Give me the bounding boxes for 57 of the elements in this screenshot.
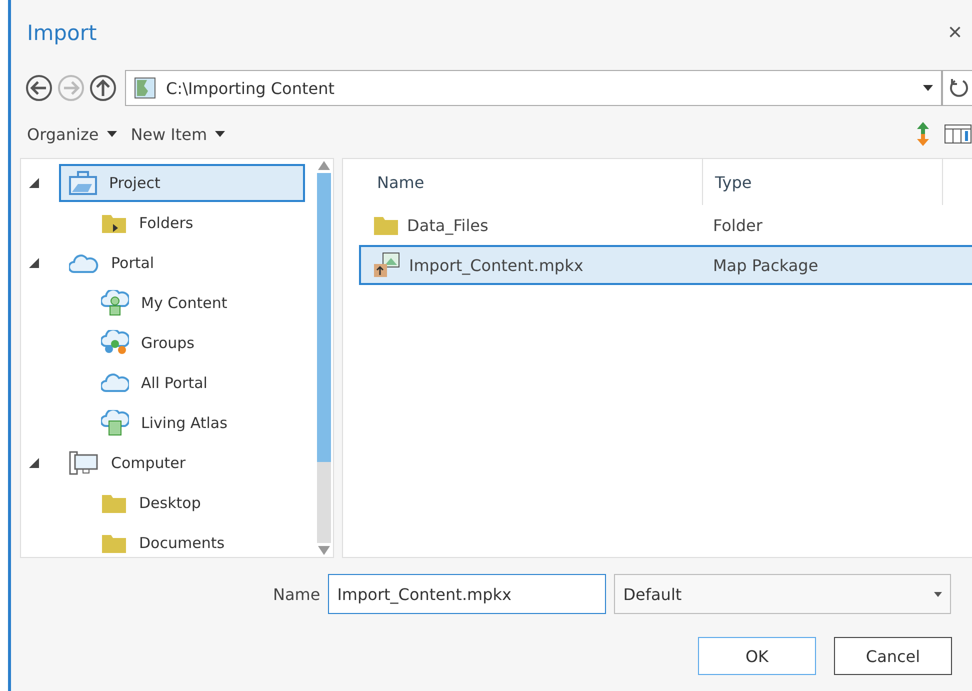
close-button[interactable]: × <box>944 19 966 47</box>
toolbar-menu-button[interactable]: New Item <box>130 124 226 144</box>
column-header[interactable]: Type <box>703 159 943 205</box>
tree-item[interactable]: Project <box>59 164 305 202</box>
tree-item[interactable]: Computer <box>59 444 196 482</box>
folder-icon <box>373 214 399 236</box>
package-icon <box>373 252 401 278</box>
refresh-icon <box>948 77 970 99</box>
up-button[interactable] <box>89 74 117 102</box>
tree-item[interactable]: All Portal <box>91 364 218 402</box>
file-type-dropdown[interactable]: Default <box>614 574 952 614</box>
tree-item[interactable]: Folders <box>91 204 204 242</box>
cancel-button[interactable]: Cancel <box>834 637 952 675</box>
refresh-button[interactable] <box>942 70 972 106</box>
column-header[interactable]: Name <box>343 159 703 205</box>
tree-item[interactable]: My Content <box>91 284 238 322</box>
back-button[interactable] <box>25 74 53 102</box>
expanded-triangle-icon[interactable] <box>29 258 39 268</box>
file-name: Data_Files <box>407 216 488 234</box>
caret-icon <box>106 131 117 137</box>
book-cloud-icon <box>101 410 129 436</box>
tree-item[interactable]: Living Atlas <box>91 404 238 442</box>
folder-icon <box>101 492 127 514</box>
caret-icon <box>934 592 942 596</box>
ok-button[interactable]: OK <box>698 637 816 675</box>
file-row[interactable]: Data_Files Folder <box>359 205 972 245</box>
sort-arrows-icon[interactable] <box>916 121 930 147</box>
path-field[interactable]: C:\Importing Content <box>125 70 942 106</box>
file-name: Import_Content.mpkx <box>409 256 584 274</box>
columns-view-icon[interactable] <box>944 124 972 144</box>
tree-item[interactable]: Groups <box>91 324 204 362</box>
caret-icon <box>215 131 226 137</box>
scroll-down-icon[interactable] <box>318 546 330 555</box>
tree-item[interactable]: Portal <box>59 244 164 282</box>
cloud-icon <box>69 252 99 274</box>
folder-icon <box>101 532 127 554</box>
name-label: Name <box>273 584 320 604</box>
expanded-triangle-icon[interactable] <box>29 458 39 468</box>
window-title: Import <box>27 21 97 45</box>
name-input-field[interactable]: Import_Content.mpkx <box>328 574 606 614</box>
dropdown-caret-icon <box>923 85 933 91</box>
expanded-triangle-icon[interactable] <box>29 178 39 188</box>
group-cloud-icon <box>101 330 129 356</box>
scrollbar[interactable] <box>315 159 333 557</box>
file-type: Folder <box>713 216 762 234</box>
map-icon <box>134 77 156 99</box>
tree-item[interactable]: Desktop <box>91 484 211 522</box>
file-row[interactable]: Import_Content.mpkx Map Package <box>359 245 972 285</box>
computer-icon <box>69 451 99 475</box>
tree-item[interactable]: Documents <box>91 524 235 557</box>
user-cloud-icon <box>101 290 129 316</box>
folder-icon <box>101 212 127 234</box>
briefcase-icon <box>69 171 97 195</box>
scroll-up-icon[interactable] <box>318 161 330 170</box>
toolbar-menu-button[interactable]: Organize <box>27 124 117 144</box>
cloud-icon <box>101 373 129 393</box>
file-type: Map Package <box>713 256 818 274</box>
